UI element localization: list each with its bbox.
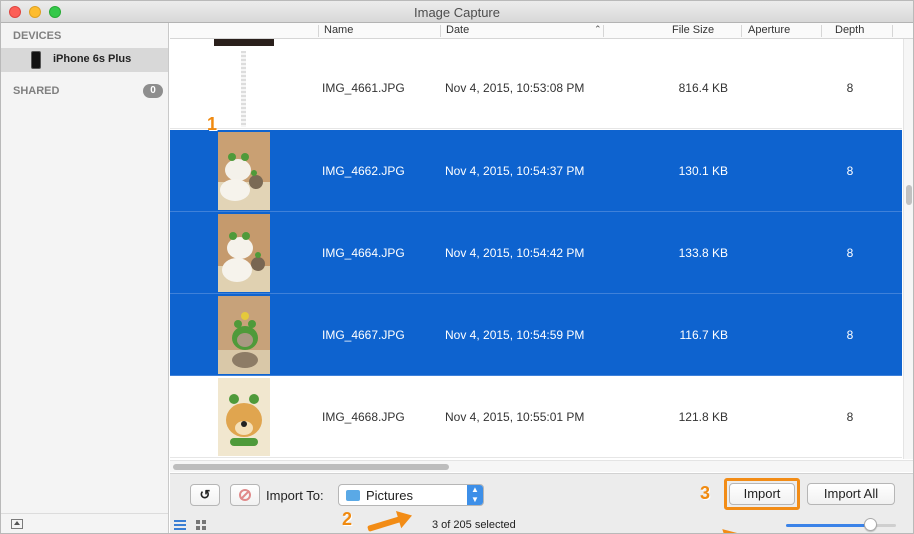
grid-view-icon[interactable] <box>196 520 206 530</box>
table-row[interactable]: IMG_4661.JPG Nov 4, 2015, 10:53:08 PM 81… <box>170 47 902 129</box>
cell-size: 116.7 KB <box>679 328 728 342</box>
shared-count-badge: 0 <box>143 84 163 98</box>
cell-date: Nov 4, 2015, 10:54:59 PM <box>445 328 585 342</box>
vertical-scroll-thumb[interactable] <box>906 185 912 205</box>
import-destination-select[interactable]: Pictures ▲ ▼ <box>338 484 484 506</box>
shared-heading[interactable]: SHARED <box>13 85 59 97</box>
photo-thumbnail <box>241 51 246 127</box>
horizontal-scrollbar[interactable] <box>170 460 913 472</box>
thumbnail-size-slider[interactable] <box>786 524 896 527</box>
column-divider <box>892 25 893 37</box>
annotation-step-1: 1 <box>207 114 218 134</box>
eject-icon[interactable] <box>11 519 23 529</box>
device-name: iPhone 6s Plus <box>53 53 132 65</box>
table-row[interactable]: IMG_4668.JPG Nov 4, 2015, 10:55:01 PM 12… <box>170 376 902 458</box>
column-depth[interactable]: Depth <box>835 24 864 36</box>
column-name[interactable]: Name <box>324 24 353 36</box>
cell-depth: 8 <box>846 410 854 424</box>
iphone-icon <box>31 51 41 69</box>
import-to-label: Import To: <box>266 488 324 503</box>
chevron-up-down-icon: ▲ ▼ <box>467 485 483 505</box>
cell-name: IMG_4661.JPG <box>322 81 405 95</box>
sort-ascending-icon: ⌃ <box>594 24 602 34</box>
cell-name: IMG_4662.JPG <box>322 164 405 178</box>
delete-button[interactable] <box>230 484 260 506</box>
photo-thumbnail <box>218 378 270 456</box>
cell-size: 130.1 KB <box>678 164 728 178</box>
column-file-size[interactable]: File Size <box>672 24 714 36</box>
import-button[interactable]: Import <box>729 483 795 505</box>
list-view-icon[interactable] <box>174 520 186 530</box>
photo-thumbnail <box>218 296 270 374</box>
sidebar-divider <box>1 513 168 514</box>
photo-thumbnail <box>218 214 270 292</box>
vertical-scrollbar[interactable] <box>903 39 913 459</box>
column-aperture[interactable]: Aperture <box>748 24 790 36</box>
cell-depth: 8 <box>846 328 854 342</box>
column-divider <box>741 25 742 37</box>
cell-date: Nov 4, 2015, 10:53:08 PM <box>445 81 585 95</box>
image-capture-window: Image Capture DEVICES iPhone 6s Plus SHA… <box>0 0 914 534</box>
selection-status: 3 of 205 selected <box>432 519 516 531</box>
devices-heading: DEVICES <box>13 30 62 42</box>
column-header: Name Date ⌃ File Size Aperture Depth <box>170 23 913 39</box>
table-row[interactable]: IMG_4662.JPG Nov 4, 2015, 10:54:37 PM 13… <box>170 130 902 212</box>
cell-name: IMG_4668.JPG <box>322 410 405 424</box>
sidebar: DEVICES iPhone 6s Plus SHARED 0 <box>1 23 169 533</box>
cell-size: 133.8 KB <box>678 246 728 260</box>
import-all-button[interactable]: Import All <box>807 483 895 505</box>
cell-size: 121.8 KB <box>678 410 728 424</box>
column-divider <box>603 25 604 37</box>
cell-depth: 8 <box>846 81 854 95</box>
column-date[interactable]: Date <box>446 24 469 36</box>
cell-date: Nov 4, 2015, 10:54:42 PM <box>445 246 585 260</box>
cell-date: Nov 4, 2015, 10:55:01 PM <box>445 410 585 424</box>
window-title: Image Capture <box>414 5 500 20</box>
bottom-toolbar: ↺ Import To: Pictures ▲ ▼ 2 3 Import Impo… <box>170 473 913 533</box>
horizontal-scroll-thumb[interactable] <box>173 464 449 470</box>
table-row[interactable]: IMG_4664.JPG Nov 4, 2015, 10:54:42 PM 13… <box>170 212 902 294</box>
slider-knob[interactable] <box>864 518 877 531</box>
annotation-step-3: 3 <box>700 483 711 503</box>
rotate-button[interactable]: ↺ <box>190 484 220 506</box>
destination-label: Pictures <box>366 488 413 503</box>
annotation-step-2: 2 <box>342 509 353 529</box>
column-divider <box>821 25 822 37</box>
browser-pane: Name Date ⌃ File Size Aperture Depth IMG… <box>170 23 913 533</box>
table-row[interactable]: IMG_4667.JPG Nov 4, 2015, 10:54:59 PM 11… <box>170 294 902 376</box>
sidebar-item-device[interactable]: iPhone 6s Plus <box>1 48 168 72</box>
photo-list: IMG_4661.JPG Nov 4, 2015, 10:53:08 PM 81… <box>170 39 902 459</box>
photo-thumbnail <box>218 132 270 210</box>
cell-depth: 8 <box>846 164 854 178</box>
cell-name: IMG_4667.JPG <box>322 328 405 342</box>
folder-icon <box>346 490 360 501</box>
column-divider <box>318 25 319 37</box>
partial-thumbnail <box>214 39 274 46</box>
cell-size: 816.4 KB <box>678 81 728 95</box>
delete-icon <box>239 489 251 501</box>
cell-name: IMG_4664.JPG <box>322 246 405 260</box>
annotation-arrow <box>367 515 404 532</box>
cell-depth: 8 <box>846 246 854 260</box>
column-divider <box>440 25 441 37</box>
title-bar: Image Capture <box>1 1 913 23</box>
cell-date: Nov 4, 2015, 10:54:37 PM <box>445 164 585 178</box>
